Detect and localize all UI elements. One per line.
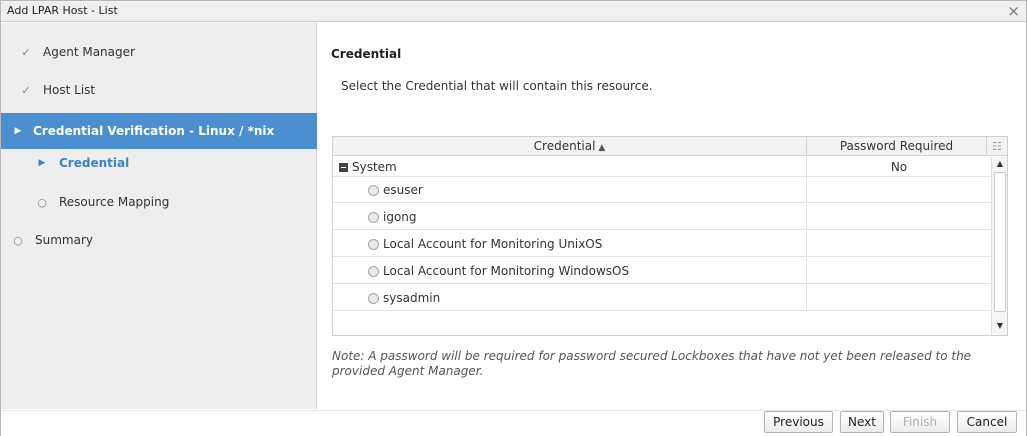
step-label: Summary — [35, 233, 93, 247]
step-summary[interactable]: ○ Summary — [1, 221, 317, 259]
step-label: Resource Mapping — [59, 195, 170, 209]
dialog-footer: Previous Next Finish Cancel — [1, 410, 1026, 436]
group-name-cell: System — [333, 157, 807, 177]
credential-radio[interactable] — [368, 184, 379, 196]
step-resource-mapping[interactable]: ○ Resource Mapping — [1, 183, 317, 221]
previous-button[interactable]: Previous — [764, 411, 833, 433]
step-label: Credential — [59, 156, 130, 170]
step-label: Agent Manager — [43, 45, 135, 59]
checkmark-icon: ✓ — [21, 83, 31, 97]
section-heading: Credential — [331, 47, 402, 61]
password-required-cell — [807, 231, 991, 257]
main-panel: Credential Select the Credential that wi… — [318, 23, 1026, 409]
table-row[interactable]: esuser — [333, 177, 991, 203]
step-label: Credential Verification - Linux / *nix — [33, 124, 275, 138]
group-row-system[interactable]: System No — [333, 157, 991, 177]
grid-body: System No esuser igong Local Account for… — [333, 157, 991, 317]
credential-cell: igong — [333, 204, 807, 230]
credential-radio[interactable] — [368, 238, 379, 250]
credential-radio[interactable] — [368, 265, 379, 277]
credential-radio[interactable] — [368, 292, 379, 304]
credential-cell: esuser — [333, 177, 807, 203]
step-credential[interactable]: ▶ Credential — [1, 143, 317, 183]
circle-icon: ○ — [13, 233, 23, 247]
lockbox-note: Note: A password will be required for pa… — [332, 349, 972, 378]
credential-name: Local Account for Monitoring UnixOS — [383, 237, 603, 251]
credential-name: esuser — [383, 183, 423, 197]
table-row[interactable]: Local Account for Monitoring UnixOS — [333, 231, 991, 257]
password-required-cell — [807, 285, 991, 311]
wizard-steps-sidebar: ✓ Agent Manager ✓ Host List ▶ Credential… — [1, 23, 317, 409]
password-required-column-header[interactable]: Password Required — [807, 137, 987, 156]
step-host-list[interactable]: ✓ Host List — [1, 71, 317, 109]
credential-name: sysadmin — [383, 291, 441, 305]
grid-scrollbar[interactable]: ▲ ▼ — [991, 157, 1007, 335]
group-name: System — [352, 160, 397, 174]
credential-cell: sysadmin — [333, 285, 807, 311]
scroll-up-icon[interactable]: ▲ — [992, 157, 1008, 171]
dialog-title: Add LPAR Host - List — [7, 4, 118, 17]
credential-name: Local Account for Monitoring WindowsOS — [383, 264, 630, 278]
password-required-cell — [807, 204, 991, 230]
column-title: Credential — [533, 139, 596, 153]
cancel-button[interactable]: Cancel — [957, 411, 1017, 433]
scrollbar-thumb[interactable] — [994, 172, 1006, 312]
checkmark-icon: ✓ — [21, 45, 31, 59]
table-row[interactable]: sysadmin — [333, 285, 991, 311]
password-required-cell — [807, 258, 991, 284]
password-required-cell: No — [890, 160, 908, 174]
credential-radio[interactable] — [368, 211, 379, 223]
next-button[interactable]: Next — [840, 411, 884, 433]
sort-ascending-icon: ▲ — [598, 143, 606, 153]
credential-cell: Local Account for Monitoring UnixOS — [333, 231, 807, 257]
table-row[interactable]: igong — [333, 204, 991, 230]
step-agent-manager[interactable]: ✓ Agent Manager — [1, 33, 317, 71]
add-lpar-host-dialog: Add LPAR Host - List × ✓ Agent Manager ✓… — [0, 0, 1027, 436]
scroll-down-icon[interactable]: ▼ — [992, 319, 1008, 333]
step-label: Host List — [43, 83, 96, 97]
credential-name: igong — [383, 210, 417, 224]
finish-button[interactable]: Finish — [890, 411, 950, 433]
circle-icon: ○ — [37, 195, 47, 209]
password-required-cell — [807, 177, 991, 203]
close-icon[interactable]: × — [1007, 2, 1020, 20]
collapse-icon[interactable] — [339, 162, 348, 172]
dialog-titlebar: Add LPAR Host - List × — [1, 1, 1026, 22]
grid-header: Credential ▲ Password Required ☷ — [333, 137, 1007, 156]
column-menu-icon[interactable]: ☷ — [987, 137, 1007, 156]
section-description: Select the Credential that will contain … — [341, 79, 653, 93]
table-row[interactable]: Local Account for Monitoring WindowsOS — [333, 258, 991, 284]
triangle-right-icon: ▶ — [14, 126, 22, 136]
triangle-right-icon: ▶ — [38, 158, 46, 168]
credential-column-header[interactable]: Credential ▲ — [333, 137, 807, 156]
credential-cell: Local Account for Monitoring WindowsOS — [333, 258, 807, 284]
credential-grid: Credential ▲ Password Required ☷ System N… — [332, 136, 1008, 336]
